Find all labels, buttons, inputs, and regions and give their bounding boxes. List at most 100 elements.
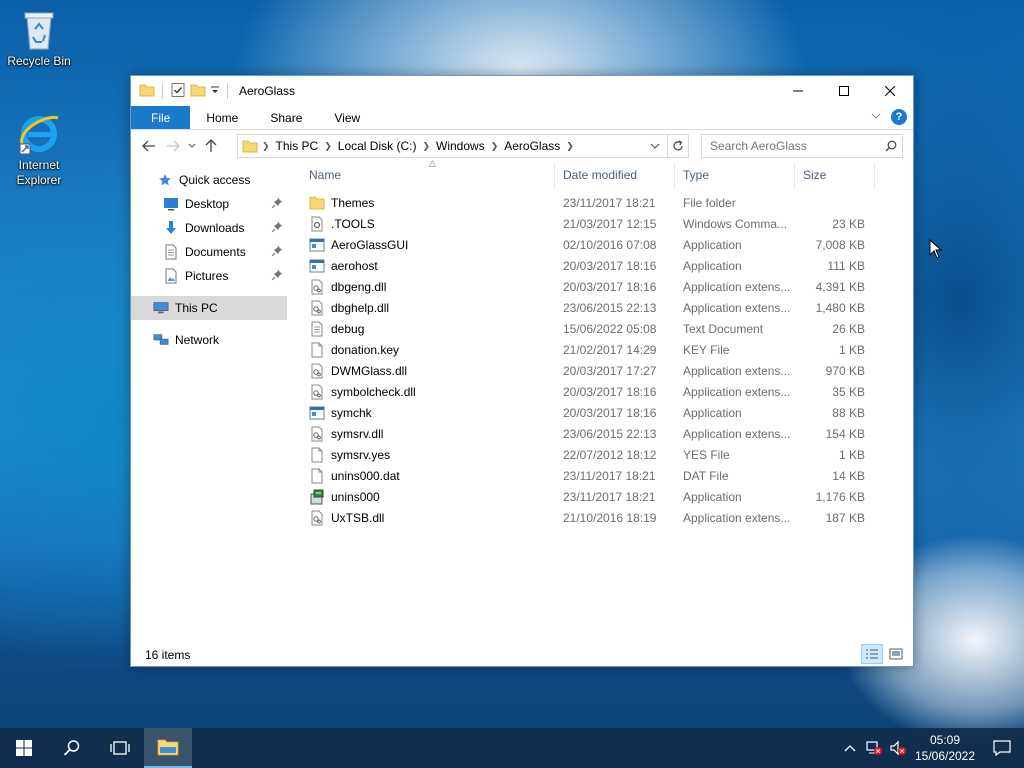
search-box[interactable] (701, 134, 903, 158)
maximize-button[interactable] (821, 76, 867, 106)
nav-item-desktop[interactable]: Desktop (131, 192, 287, 216)
recent-locations-button[interactable] (185, 134, 199, 158)
nav-item-label: Network (175, 333, 220, 347)
tab-home[interactable]: Home (190, 106, 254, 129)
customize-toolbar-chevron-down-icon[interactable] (210, 82, 220, 101)
pin-icon[interactable] (271, 245, 283, 260)
nav-item-this-pc[interactable]: This PC (131, 296, 287, 320)
pin-icon[interactable] (271, 221, 283, 236)
close-button[interactable] (867, 76, 913, 106)
dll-file-icon (309, 384, 325, 400)
table-row[interactable]: UxTSB.dll 21/10/2016 18:19 Application ext… (301, 507, 913, 528)
breadcrumb-aeroglass[interactable]: AeroGlass (498, 139, 566, 153)
file-size: 14 KB (832, 468, 865, 483)
nav-item-network[interactable]: Network (131, 328, 287, 352)
file-date-modified: 23/11/2017 18:21 (563, 195, 656, 210)
desktop-icon-recycle-bin[interactable]: Recycle Bin (4, 6, 74, 68)
table-row[interactable]: symsrv.yes 22/07/2012 18:12 YES File 1 KB (301, 444, 913, 465)
column-header-date-modified[interactable]: Date modified (555, 162, 675, 188)
address-history-button[interactable] (646, 143, 664, 149)
help-icon[interactable]: ? (891, 109, 907, 125)
network-status-button[interactable] (862, 740, 886, 756)
uninstaller-icon (309, 489, 325, 505)
volume-button[interactable] (886, 740, 910, 756)
expand-ribbon-chevron-down-icon[interactable] (871, 110, 881, 124)
large-icons-view-button[interactable] (885, 644, 907, 664)
column-header-name[interactable]: Name (301, 162, 555, 188)
table-row[interactable]: debug 15/06/2022 05:08 Text Document 26 KB (301, 318, 913, 339)
file-name-cell: AeroGlassGUI (301, 237, 555, 253)
nav-item-documents[interactable]: Documents (131, 240, 287, 264)
breadcrumb-windows[interactable]: Windows (430, 139, 491, 153)
minimize-button[interactable] (775, 76, 821, 106)
file-size: 23 KB (832, 216, 865, 231)
title-bar[interactable]: AeroGlass (131, 76, 913, 106)
file-type: Application extens... (683, 510, 791, 525)
tab-view[interactable]: View (318, 106, 376, 129)
table-row[interactable]: dbgeng.dll 20/03/2017 18:16 Application ex… (301, 276, 913, 297)
table-row[interactable]: donation.key 21/02/2017 14:29 KEY File 1 KB (301, 339, 913, 360)
breadcrumb-this-pc[interactable]: This PC (270, 139, 325, 153)
network-icon (153, 332, 169, 348)
taskbar-file-explorer-button[interactable] (144, 728, 192, 768)
column-header-size[interactable]: Size (795, 162, 875, 188)
task-view-button[interactable] (96, 728, 144, 768)
table-row[interactable]: dbghelp.dll 23/06/2015 22:13 Application e… (301, 297, 913, 318)
details-view-button[interactable] (861, 644, 883, 664)
start-button[interactable] (0, 728, 48, 768)
file-size: 35 KB (832, 384, 865, 399)
chevron-right-icon[interactable]: ❯ (324, 141, 332, 152)
window-controls (775, 76, 913, 106)
table-row[interactable]: .TOOLS 21/03/2017 12:15 Windows Comma... 23… (301, 213, 913, 234)
table-row[interactable]: symchk 20/03/2017 18:16 Application 88 KB (301, 402, 913, 423)
chevron-up-icon (844, 745, 856, 752)
table-row[interactable]: Themes 23/11/2017 18:21 File folder (301, 192, 913, 213)
refresh-button[interactable] (667, 134, 689, 158)
action-center-button[interactable] (980, 740, 1024, 756)
file-date-modified: 21/10/2016 18:19 (563, 510, 657, 525)
column-header-type[interactable]: Type (675, 162, 795, 188)
pin-icon[interactable] (271, 197, 283, 212)
search-input[interactable] (710, 139, 880, 153)
chevron-right-icon[interactable]: ❯ (566, 141, 574, 152)
table-row[interactable]: symsrv.dll 23/06/2015 22:13 Application ex… (301, 423, 913, 444)
file-date-modified: 21/03/2017 12:15 (563, 216, 657, 231)
table-row[interactable]: AeroGlassGUI 02/10/2016 07:08 Application 7… (301, 234, 913, 255)
breadcrumb-local-disk[interactable]: Local Disk (C:) (332, 139, 423, 153)
chevron-right-icon[interactable]: ❯ (422, 141, 430, 152)
nav-item-downloads[interactable]: Downloads (131, 216, 287, 240)
file-type: Application extens... (683, 363, 791, 378)
table-row[interactable]: DWMGlass.dll 20/03/2017 17:27 Application … (301, 360, 913, 381)
file-size: 111 KB (827, 258, 865, 273)
table-row[interactable]: symbolcheck.dll 20/03/2017 18:16 Applicati… (301, 381, 913, 402)
nav-item-quick-access[interactable]: Quick access (131, 168, 287, 192)
ribbon-tabs: File Home Share View ? (131, 106, 913, 130)
back-button[interactable] (137, 134, 161, 158)
address-bar[interactable]: ❯ This PC ❯ Local Disk (C:) ❯ Windows ❯ … (237, 134, 689, 158)
system-clock[interactable]: 05:09 15/06/2022 (910, 732, 980, 764)
tab-file[interactable]: File (131, 106, 191, 129)
chevron-right-icon[interactable]: ❯ (491, 141, 499, 152)
table-row[interactable]: unins000.dat 23/11/2017 18:21 DAT File 14 K… (301, 465, 913, 486)
notification-icon (993, 740, 1011, 756)
file-name-cell: Themes (301, 195, 555, 211)
forward-button[interactable] (161, 134, 185, 158)
file-date-modified: 20/03/2017 17:27 (563, 363, 657, 378)
file-date-modified: 23/06/2015 22:13 (563, 300, 657, 315)
tab-share[interactable]: Share (254, 106, 318, 129)
search-button[interactable] (48, 728, 96, 768)
table-row[interactable]: unins000 23/11/2017 18:21 Application 1,176… (301, 486, 913, 507)
file-type: KEY File (683, 342, 730, 357)
properties-icon[interactable] (170, 82, 186, 101)
desktop-icon-internet-explorer[interactable]: Internet Explorer (4, 110, 74, 188)
up-button[interactable] (199, 134, 223, 158)
search-icon[interactable] (880, 140, 902, 152)
file-explorer-icon (157, 739, 179, 756)
file-explorer-window: AeroGlass File Home Share View ? ❯ This … (130, 75, 914, 667)
table-row[interactable]: aerohost 20/03/2017 18:16 Application 111 K… (301, 255, 913, 276)
nav-item-pictures[interactable]: Pictures (131, 264, 287, 288)
chevron-right-icon[interactable]: ❯ (262, 141, 270, 152)
pin-icon[interactable] (271, 269, 283, 284)
new-folder-icon[interactable] (190, 82, 206, 101)
show-hidden-icons-button[interactable] (838, 744, 862, 752)
